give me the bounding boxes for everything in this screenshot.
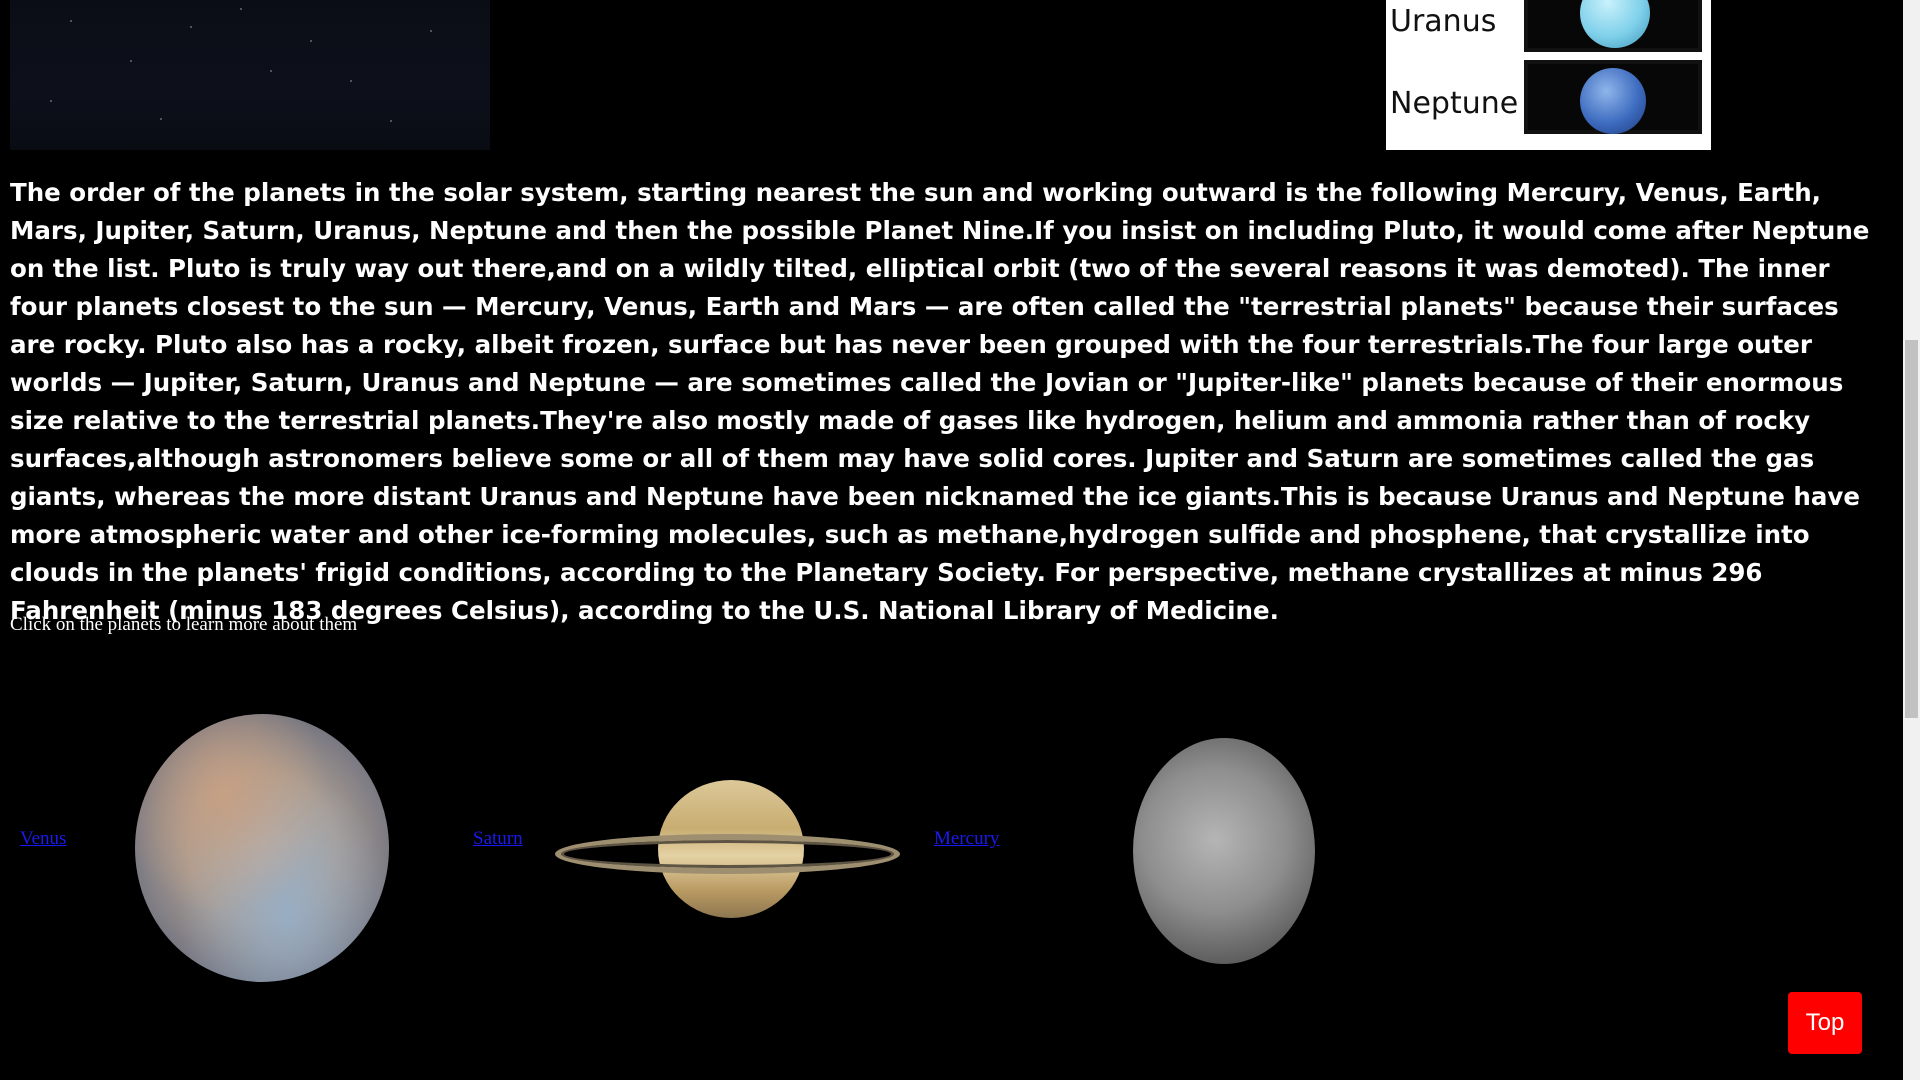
planet-table-row: Neptune — [1386, 60, 1711, 135]
saturn-link[interactable]: Saturn — [473, 828, 523, 850]
planets-hint: Click on the planets to learn more about… — [10, 614, 358, 635]
planet-table-label-neptune: Neptune — [1390, 86, 1519, 121]
mercury-link[interactable]: Mercury — [934, 828, 999, 850]
scrollbar-thumb[interactable] — [1905, 340, 1918, 718]
saturn-image[interactable] — [555, 780, 900, 920]
top-button[interactable]: Top — [1788, 992, 1862, 1054]
intro-paragraph: The order of the planets in the solar sy… — [10, 178, 1870, 625]
starfield-image — [10, 0, 490, 150]
uranus-image — [1524, 0, 1702, 52]
venus-link[interactable]: Venus — [20, 828, 66, 850]
planet-table-row: Uranus — [1386, 0, 1711, 53]
page-scrollbar[interactable] — [1903, 0, 1920, 1080]
neptune-image — [1524, 60, 1702, 134]
mercury-image[interactable] — [1133, 738, 1315, 964]
uranus-globe — [1580, 0, 1650, 48]
neptune-globe — [1580, 68, 1646, 134]
venus-image[interactable] — [135, 714, 389, 982]
planet-table-label-uranus: Uranus — [1390, 4, 1497, 39]
saturn-ring — [555, 834, 900, 874]
planet-table: Uranus Neptune — [1386, 0, 1711, 150]
